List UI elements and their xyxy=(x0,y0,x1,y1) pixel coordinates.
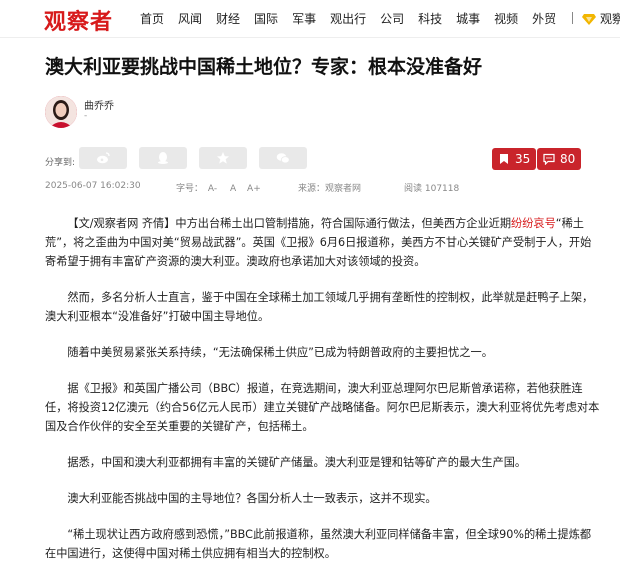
comment-count: 80 xyxy=(560,152,576,166)
font-size-controls: 字号： A- A A+ xyxy=(176,181,261,194)
article-paragraph: 随着中美贸易紧张关系持续，“无法确保稀土供应”已成为特朗普政府的主要担忧之一。 xyxy=(67,346,493,359)
share-wechat-button[interactable] xyxy=(259,147,307,169)
article-paragraph: 据悉，中国和澳大利亚都拥有丰富的关键矿产储量。澳大利亚是锂和钴等矿产的最大生产国… xyxy=(67,456,527,469)
nav-item-video[interactable]: 视频 xyxy=(494,10,518,27)
article-paragraph: 澳大利亚能否挑战中国的主导地位？各国分析人士一致表示，这并不现实。 xyxy=(67,492,437,505)
author-name[interactable]: 曲乔乔 xyxy=(84,97,114,112)
read-count: 阅读 107118 xyxy=(404,184,460,194)
author-avatar[interactable] xyxy=(45,96,77,128)
nav-item-home[interactable]: 首页 xyxy=(140,10,164,27)
author-subtitle: - xyxy=(84,111,88,121)
nav-item-trade[interactable]: 外贸 xyxy=(532,10,556,27)
nav-item-finance[interactable]: 财经 xyxy=(216,10,240,27)
font-size-decrease[interactable]: A- xyxy=(208,184,217,194)
wechat-icon xyxy=(276,153,290,164)
share-qzone-button[interactable] xyxy=(199,147,247,169)
site-logo[interactable]: 观察者 xyxy=(44,4,113,36)
inline-link[interactable]: 纷纷哀号 xyxy=(511,217,556,230)
vip-label: 观察 xyxy=(600,12,620,26)
bookmark-button[interactable]: 35 xyxy=(492,148,537,170)
font-size-increase[interactable]: A+ xyxy=(247,184,261,194)
bookmark-count: 35 xyxy=(515,152,531,166)
article-source: 来源：观察者网 xyxy=(298,184,362,194)
share-label: 分享到: xyxy=(45,158,76,168)
nav-item-travel[interactable]: 观出行 xyxy=(330,10,366,27)
nav-item-international[interactable]: 国际 xyxy=(254,10,278,27)
article-body: 【文/观察者网 齐倩】中方出台稀土出口管制措施，符合国际通行做法，但美西方企业近… xyxy=(45,214,600,571)
nav-item-fengwen[interactable]: 风闻 xyxy=(178,10,202,27)
article-paragraph: 据《卫报》和英国广播公司（BBC）报道，在竞选期间，澳大利亚总理阿尔巴尼斯曾承诺… xyxy=(45,382,600,433)
font-size-normal[interactable]: A xyxy=(230,184,236,194)
paragraph-text: 【文/观察者网 齐倩】中方出台稀土出口管制措施，符合国际通行做法，但美西方企业近… xyxy=(67,217,512,230)
main-nav: 首页 风闻 财经 国际 军事 观出行 公司 科技 城事 视频 外贸 xyxy=(140,10,570,27)
comment-icon xyxy=(543,153,555,165)
article-paragraph: 【文/观察者网 齐倩】中方出台稀土出口管制措施，符合国际通行做法，但美西方企业近… xyxy=(45,214,600,271)
vip-link[interactable]: 观察 xyxy=(582,10,620,27)
article-title: 澳大利亚要挑战中国稀土地位？专家：根本没准备好 xyxy=(45,56,483,78)
nav-item-military[interactable]: 军事 xyxy=(292,10,316,27)
share-qq-button[interactable] xyxy=(139,147,187,169)
nav-item-company[interactable]: 公司 xyxy=(380,10,404,27)
share-weibo-button[interactable] xyxy=(79,147,127,169)
star-icon xyxy=(217,152,229,164)
comment-button[interactable]: 80 xyxy=(537,148,582,170)
vip-diamond-icon xyxy=(582,13,596,25)
article-paragraph: “稀土现状让西方政府感到恐慌，”BBC此前报道称，虽然澳大利亚同样储备丰富，但全… xyxy=(45,528,592,560)
article-paragraph: 然而，多名分析人士直言，鉴于中国在全球稀土加工领域几乎拥有垄断性的控制权，此举就… xyxy=(45,291,594,323)
font-size-label: 字号： xyxy=(176,184,204,194)
qq-penguin-icon xyxy=(158,152,168,164)
nav-item-tech[interactable]: 科技 xyxy=(418,10,442,27)
nav-item-city[interactable]: 城事 xyxy=(456,10,480,27)
publish-date: 2025-06-07 16:02:30 xyxy=(45,181,141,191)
bookmark-icon xyxy=(500,154,508,164)
top-navigation-bar: 观察者 首页 风闻 财经 国际 军事 观出行 公司 科技 城事 视频 外贸 观察 xyxy=(0,0,620,38)
weibo-icon xyxy=(97,152,110,164)
nav-divider xyxy=(572,12,573,24)
